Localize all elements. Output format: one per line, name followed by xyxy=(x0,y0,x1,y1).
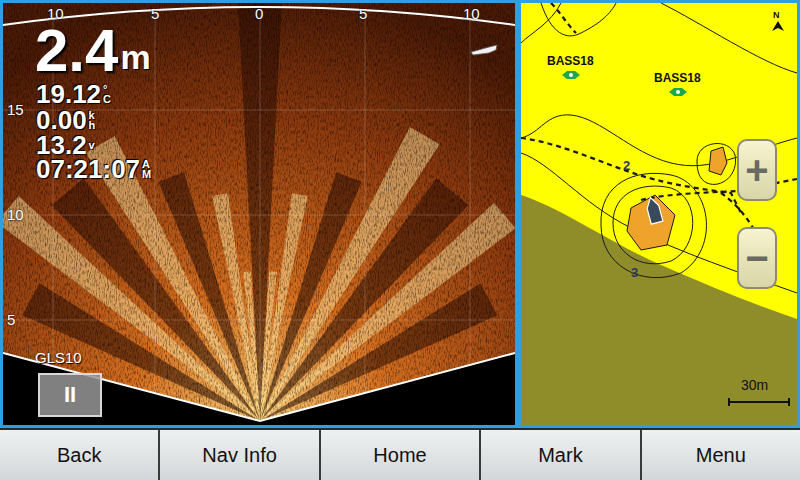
waypoint-icon[interactable] xyxy=(669,88,687,96)
readout-value: 0.00 xyxy=(36,107,87,133)
unit-part: h xyxy=(89,120,96,130)
transducer-icon xyxy=(469,43,499,57)
unit-part: C xyxy=(103,94,111,104)
boat-icon xyxy=(645,196,663,224)
readout: 07:21:07AM xyxy=(36,156,151,182)
north-arrow-icon xyxy=(772,21,784,31)
softkey-button[interactable]: Mark xyxy=(481,430,641,480)
range-tick: 5 xyxy=(359,5,367,22)
waypoint-label[interactable]: BASS18 xyxy=(547,54,594,68)
zoom-in-button[interactable]: + xyxy=(737,139,777,201)
depth-label: 3 xyxy=(631,265,638,280)
unit-part: M xyxy=(142,169,151,179)
unit-part: ° xyxy=(103,84,111,94)
north-indicator: N xyxy=(773,11,780,20)
waypoint-label[interactable]: BASS18 xyxy=(654,71,701,85)
readout: 13.2v xyxy=(36,132,95,158)
unit-part: v xyxy=(89,140,95,150)
zoom-out-button[interactable]: − xyxy=(737,227,777,289)
readout-unit: AM xyxy=(142,159,151,179)
readout-value: 19.12 xyxy=(36,81,101,107)
depth-readout: 2.4m xyxy=(35,21,151,81)
pause-button[interactable]: II xyxy=(38,373,102,417)
scale-bar xyxy=(727,397,791,407)
depth-tick: 5 xyxy=(7,311,15,328)
readout-value: 07:21:07 xyxy=(36,156,140,182)
readout-unit: °C xyxy=(103,84,111,104)
depth-value: 2.4 xyxy=(35,21,118,81)
softkey-button[interactable]: Back xyxy=(0,430,160,480)
readout: 0.00kh xyxy=(36,107,95,133)
range-tick: 10 xyxy=(47,5,64,22)
transducer-label: GLS10 xyxy=(35,349,82,366)
range-tick: 5 xyxy=(151,5,159,22)
sonar-panel: 1050510151052.4m19.12°C0.00kh13.2v07:21:… xyxy=(0,0,518,428)
scale-label: 30m xyxy=(741,377,768,393)
depth-label: 2 xyxy=(623,158,630,173)
waypoint-icon[interactable] xyxy=(562,71,580,79)
map-panel[interactable]: BASS18 BASS18 2 3 N + − 30m xyxy=(518,0,800,428)
depth-unit: m xyxy=(120,38,150,77)
readout: 19.12°C xyxy=(36,81,111,107)
depth-tick: 15 xyxy=(7,101,24,118)
range-tick: 10 xyxy=(463,5,480,22)
softkey-button[interactable]: Menu xyxy=(642,430,800,480)
unit-part: A xyxy=(142,159,151,169)
softkey-button[interactable]: Home xyxy=(321,430,481,480)
depth-tick: 10 xyxy=(7,206,24,223)
button-bar: BackNav InfoHomeMarkMenu xyxy=(0,428,800,480)
readout-unit: kh xyxy=(89,110,96,130)
readout-value: 13.2 xyxy=(36,132,87,158)
softkey-button[interactable]: Nav Info xyxy=(160,430,320,480)
readout-unit: v xyxy=(89,140,95,150)
range-tick: 0 xyxy=(255,5,263,22)
unit-part: k xyxy=(89,110,96,120)
